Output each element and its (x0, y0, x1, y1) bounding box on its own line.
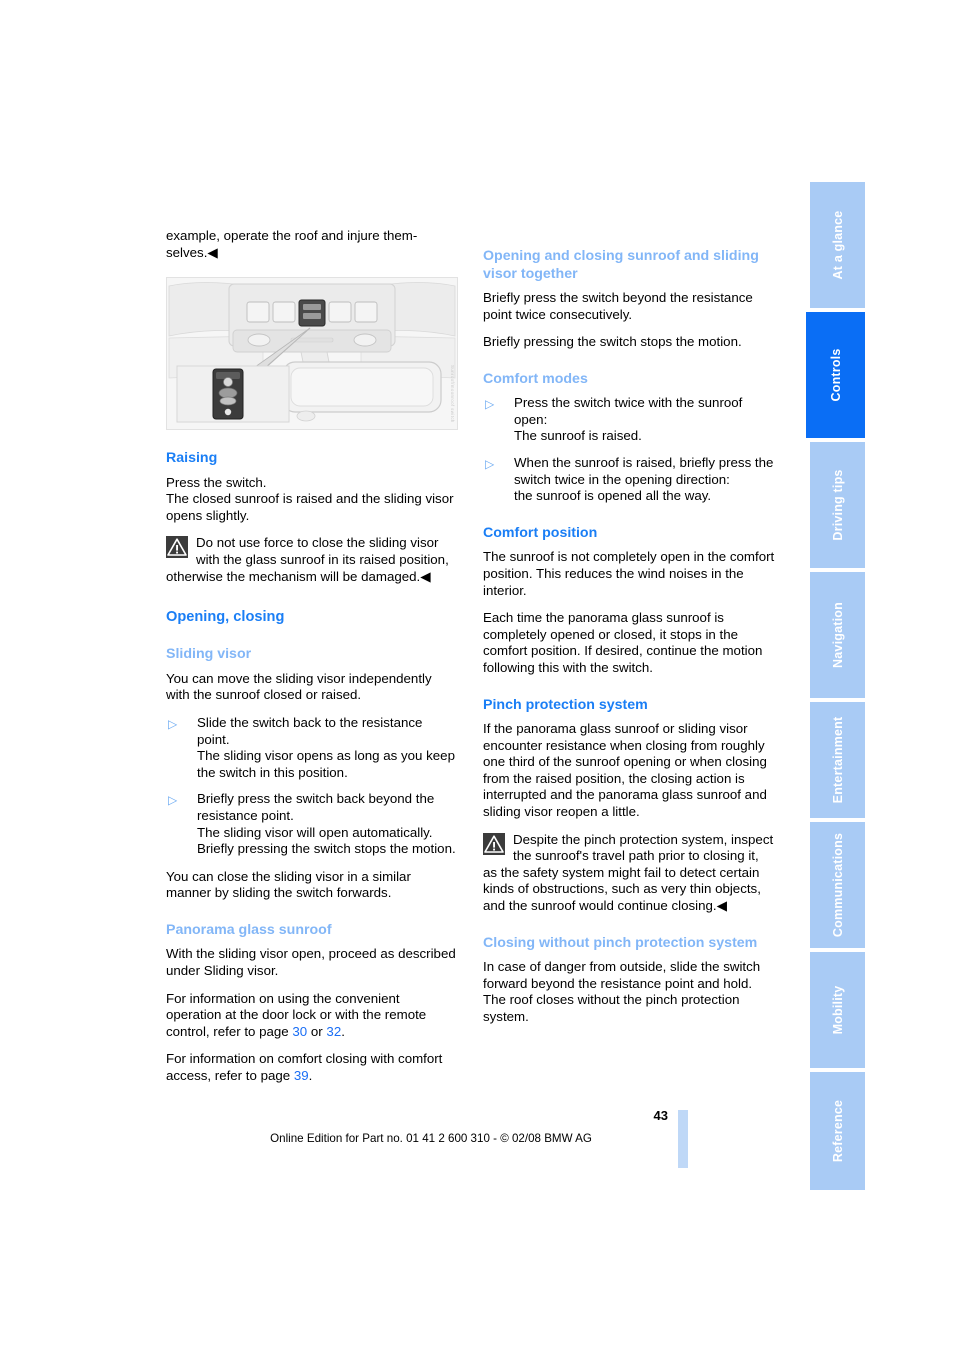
sidebar-tab-mobility[interactable]: Mobility (810, 952, 865, 1070)
sidebar-tab-controls[interactable]: Controls (806, 312, 865, 440)
sidebar-tab-label: Reference (830, 1099, 845, 1163)
sidebar-tab-label: Entertainment (830, 716, 845, 804)
continuation-text: example, operate the roof and injure the… (166, 228, 418, 260)
list-item-text: Slide the switch back to the resistance … (197, 714, 455, 780)
sliding-visor-outro: You can close the sliding visor in a sim… (166, 868, 411, 901)
end-marker-icon: ◀ (207, 244, 218, 260)
raising-paragraph-2: The closed sunroof is raised and the sli… (166, 491, 454, 523)
footer-accent-bar (678, 1110, 688, 1168)
sidebar-tab-communications[interactable]: Communications (810, 822, 865, 950)
sidebar-tab-driving-tips[interactable]: Driving tips (810, 442, 865, 570)
list-item: ▷ Press the switch twice with the sunroo… (483, 395, 775, 445)
sunroof-switch-diagram (167, 278, 457, 430)
heading-comfort-modes: Comfort modes (483, 370, 588, 387)
panorama-paragraph-3: For information on comfort closing with … (166, 1051, 458, 1084)
sidebar-tab-label: Controls (828, 348, 843, 402)
warning-text: Despite the pinch protection system, ins… (483, 831, 774, 913)
triangle-bullet-icon: ▷ (168, 793, 178, 808)
heading-sliding-visor: Sliding visor (166, 646, 252, 663)
panorama-p3-end: . (308, 1067, 313, 1083)
list-item: ▷ When the sunroof is raised, briefly pr… (483, 455, 775, 505)
page-reference-link[interactable]: 39 (294, 1068, 309, 1083)
sidebar-tab-label: Mobility (830, 985, 845, 1035)
sidebar-tab-label: Communications (830, 832, 845, 938)
comfort-position-paragraph-1: The sunroof is not completely open in th… (483, 549, 775, 598)
triangle-bullet-icon: ▷ (168, 716, 178, 731)
together-paragraph-1: Briefly press the switch beyond the resi… (483, 290, 753, 322)
heading-raising: Raising (166, 450, 218, 467)
section-tab-strip: At a glance Controls Driving tips Naviga… (806, 182, 865, 1190)
heading-comfort-position: Comfort position (483, 524, 598, 541)
page-reference-link[interactable]: 32 (326, 1024, 341, 1039)
sliding-visor-steps: ▷ Slide the switch back to the resistanc… (166, 715, 458, 858)
list-item: ▷ Slide the switch back to the resistanc… (166, 715, 458, 781)
heading-panorama-glass-sunroof: Panorama glass sunroof (166, 921, 332, 938)
pinch-protection-paragraph-1: If the panorama glass sunroof or sliding… (483, 721, 767, 819)
closing-without-paragraph-1: In case of danger from outside, slide th… (483, 959, 761, 1024)
together-paragraph-2: Briefly pressing the switch stops the mo… (483, 334, 742, 350)
heading-closing-without-pinch-protection: Closing without pinch protection system (483, 934, 758, 951)
warning-triangle-icon (166, 536, 188, 559)
heading-pinch-protection-system: Pinch protection system (483, 696, 648, 713)
panorama-p2-mid: or (307, 1023, 327, 1039)
end-marker-icon: ◀ (716, 897, 727, 913)
end-marker-icon: ◀ (420, 568, 431, 584)
right-column: Opening and closing sunroof and sliding … (483, 228, 775, 1036)
heading-opening-closing-together: Opening and closing sunroof and sliding … (483, 248, 759, 282)
sidebar-tab-label: Navigation (830, 602, 845, 668)
triangle-bullet-icon: ▷ (485, 397, 495, 412)
comfort-position-paragraph-2: Each time the panorama glass sunroof is … (483, 610, 763, 675)
warning-block-raising: Do not use force to close the sliding vi… (166, 535, 458, 585)
figure-reference-code: Sunroof/moonroof switch (450, 365, 455, 424)
warning-text: Do not use force to close the sliding vi… (166, 535, 449, 584)
raising-paragraph-1: Press the switch. (166, 474, 267, 490)
panorama-p2-end: . (341, 1023, 345, 1039)
heading-opening-closing: Opening, closing (166, 609, 285, 626)
continuation-paragraph: example, operate the roof and injure the… (166, 228, 458, 261)
sidebar-tab-label: At a glance (830, 210, 845, 280)
left-column: example, operate the roof and injure the… (166, 228, 458, 1096)
footer-edition-text: Online Edition for Part no. 01 41 2 600 … (270, 1132, 592, 1145)
overhead-console-illustration: Sunroof/moonroof switch (166, 277, 458, 431)
list-item: ▷ Briefly press the switch back beyond t… (166, 791, 458, 857)
panorama-paragraph-2: For information on using the convenient … (166, 991, 458, 1041)
sliding-visor-intro: You can move the sliding visor independe… (166, 670, 432, 703)
manual-page: At a glance Controls Driving tips Naviga… (0, 0, 954, 1350)
panorama-paragraph-1: With the sliding visor open, proceed as … (166, 946, 456, 978)
list-item-text: When the sunroof is raised, briefly pres… (514, 455, 774, 504)
triangle-bullet-icon: ▷ (485, 457, 495, 472)
list-item-text: Briefly press the switch back beyond the… (197, 791, 456, 857)
warning-triangle-icon (483, 832, 505, 855)
sidebar-tab-reference[interactable]: Reference (810, 1072, 865, 1190)
page-number: 43 (653, 1108, 668, 1123)
sidebar-tab-at-a-glance[interactable]: At a glance (810, 182, 865, 310)
list-item-text: Press the switch twice with the sunroof … (514, 395, 743, 444)
sidebar-tab-label: Driving tips (830, 469, 845, 541)
comfort-modes-steps: ▷ Press the switch twice with the sunroo… (483, 395, 775, 505)
warning-block-pinch-protection: Despite the pinch protection system, ins… (483, 832, 775, 915)
sidebar-tab-navigation[interactable]: Navigation (810, 572, 865, 700)
page-reference-link[interactable]: 30 (292, 1024, 307, 1039)
sidebar-tab-entertainment[interactable]: Entertainment (810, 702, 865, 820)
